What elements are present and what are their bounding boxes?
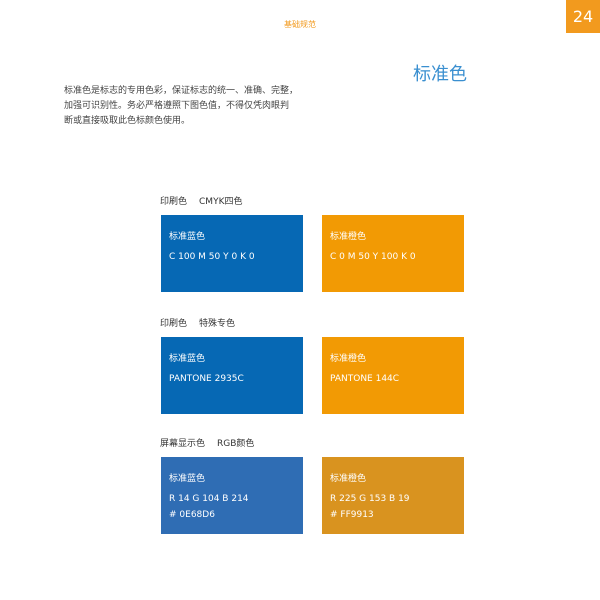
- swatch-value: C 100 M 50 Y 0 K 0: [169, 252, 255, 262]
- group-label-sub: CMYK四色: [199, 197, 243, 207]
- intro-line: 标准色是标志的专用色彩，保证标志的统一、准确、完整，: [64, 86, 299, 96]
- group-label-cmyk: 印刷色 CMYK四色: [160, 194, 242, 207]
- swatch-value: R 14 G 104 B 214: [169, 494, 249, 504]
- swatch-rgb-blue: 标准蓝色 R 14 G 104 B 214 # 0E68D6: [161, 457, 303, 534]
- group-label-main: 印刷色: [160, 319, 188, 329]
- intro-line: 断或直接吸取此色标颜色使用。: [64, 116, 191, 126]
- swatch-name: 标准蓝色: [169, 232, 206, 242]
- swatch-hex: # 0E68D6: [169, 510, 215, 520]
- swatch-cmyk-orange: 标准橙色 C 0 M 50 Y 100 K 0: [322, 215, 464, 292]
- swatch-value: PANTONE 2935C: [169, 374, 244, 384]
- group-label-main: 屏幕显示色: [160, 439, 206, 449]
- swatch-rgb-orange: 标准橙色 R 225 G 153 B 19 # FF9913: [322, 457, 464, 534]
- swatch-pantone-orange: 标准橙色 PANTONE 144C: [322, 337, 464, 414]
- swatch-value: C 0 M 50 Y 100 K 0: [330, 252, 416, 262]
- swatch-value: PANTONE 144C: [330, 374, 400, 384]
- swatch-value: R 225 G 153 B 19: [330, 494, 410, 504]
- page-number-badge: 24: [566, 0, 600, 33]
- group-label-sub: 特殊专色: [199, 319, 236, 329]
- swatch-name: 标准橙色: [330, 232, 367, 242]
- swatch-name: 标准橙色: [330, 354, 367, 364]
- swatch-hex: # FF9913: [330, 510, 374, 520]
- swatch-cmyk-blue: 标准蓝色 C 100 M 50 Y 0 K 0: [161, 215, 303, 292]
- page-number: 24: [572, 7, 594, 26]
- section-title: 标准色: [413, 64, 467, 85]
- intro-line: 加强可识别性。务必严格遵照下图色值，不得仅凭肉眼判: [64, 101, 290, 111]
- group-label-pantone: 印刷色 特殊专色: [160, 316, 235, 329]
- group-label-sub: RGB颜色: [217, 439, 255, 449]
- swatch-name: 标准蓝色: [169, 474, 206, 484]
- swatch-name: 标准蓝色: [169, 354, 206, 364]
- intro-paragraph: 标准色是标志的专用色彩，保证标志的统一、准确、完整， 加强可识别性。务必严格遵照…: [64, 84, 334, 129]
- header-label: 基础规范: [284, 20, 316, 29]
- swatch-pantone-blue: 标准蓝色 PANTONE 2935C: [161, 337, 303, 414]
- swatch-name: 标准橙色: [330, 474, 367, 484]
- group-label-rgb: 屏幕显示色 RGB颜色: [160, 436, 254, 449]
- group-label-main: 印刷色: [160, 197, 188, 207]
